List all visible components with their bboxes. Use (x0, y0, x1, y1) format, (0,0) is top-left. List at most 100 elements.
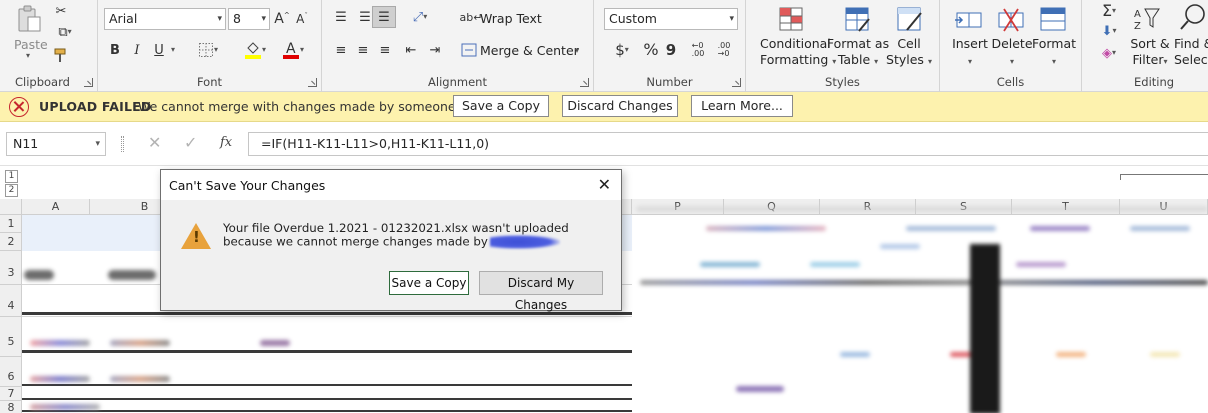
delete-button[interactable]: Delete ▾ (990, 36, 1034, 70)
fill-button[interactable]: ⬇ ▾ (1094, 22, 1124, 40)
borders-icon (198, 43, 213, 57)
decrease-font-size-button[interactable]: Aˇ (294, 10, 310, 28)
format-as-table-button[interactable]: Format as Table ▾ (826, 36, 890, 70)
name-box[interactable]: N11 ▾ (6, 132, 106, 156)
row-header[interactable]: 5 (0, 317, 22, 357)
fill-down-icon: ⬇ (1101, 23, 1113, 39)
column-header[interactable]: A (22, 199, 90, 215)
chevron-down-icon: ▾ (1051, 57, 1056, 66)
format-button[interactable]: Format ▾ (1032, 36, 1076, 70)
sort-filter-button[interactable]: Sort & Filter▾ (1130, 36, 1170, 70)
decrease-decimal-button[interactable]: .00 →0 (714, 40, 734, 60)
cells-group: Insert ▾ Delete ▾ Format ▾ Cells (940, 0, 1082, 92)
cant-save-dialog: Can't Save Your Changes ✕ Your file Over… (160, 169, 622, 312)
chevron-down-icon: ▾ (25, 51, 30, 60)
chevron-down-icon: ▾ (1163, 57, 1168, 66)
merge-center-button[interactable]: Merge & Center (480, 43, 579, 58)
select-all-corner[interactable] (0, 199, 22, 215)
alignment-launcher-icon[interactable] (580, 78, 589, 87)
decrease-indent-button[interactable]: ⇤ (402, 41, 420, 59)
alignment-group: ☰ ☰ ☰ ⤢ ▾ ab↵ Wrap Text ≡ ≡ ≡ ⇤ ⇥ Merge &… (322, 0, 594, 92)
font-shrink-icon: Aˇ (296, 12, 308, 26)
bold-button[interactable]: B (108, 41, 122, 59)
row-header[interactable]: 7 (0, 387, 22, 401)
center-button[interactable]: ≡ (354, 41, 372, 59)
align-left-button[interactable]: ≡ (332, 41, 350, 59)
redacted-username (489, 235, 560, 249)
find-select-label-1: Find & (1174, 36, 1208, 51)
clipboard-group: Paste ▾ ✂ ⧉ ▾ Clipboard (0, 0, 98, 92)
orientation-button[interactable]: ⤢ ▾ (406, 8, 434, 26)
chevron-down-icon: ▾ (170, 45, 175, 54)
autosum-button[interactable]: Σ ▾ (1094, 2, 1124, 20)
outline-bar (1120, 174, 1208, 175)
clear-button[interactable]: ◈ ▾ (1094, 44, 1124, 62)
row-header[interactable]: 6 (0, 357, 22, 387)
font-launcher-icon[interactable] (308, 78, 317, 87)
delete-label: Delete (991, 36, 1033, 51)
magnifier-icon (1180, 4, 1205, 30)
dialog-save-copy-button[interactable]: Save a Copy (389, 271, 469, 295)
wrap-text-button[interactable]: Wrap Text (480, 11, 542, 26)
paste-button[interactable] (14, 4, 44, 34)
align-right-button[interactable]: ≡ (376, 41, 394, 59)
font-grow-icon: A^ (274, 11, 290, 27)
find-select-button[interactable]: Find &Select (1174, 36, 1208, 68)
font-color-button[interactable]: A ▾ (278, 40, 308, 60)
row-header[interactable]: 2 (0, 233, 22, 251)
redacted-content (640, 280, 1208, 285)
increase-font-size-button[interactable]: A^ (274, 10, 290, 28)
increase-indent-button[interactable]: ⇥ (426, 41, 444, 59)
cancel-entry-button[interactable]: ✕ (148, 133, 161, 152)
discard-my-changes-button[interactable]: Discard My Changes (479, 271, 603, 312)
insert-function-button[interactable]: fx (220, 135, 232, 150)
svg-text:A: A (286, 41, 296, 57)
font-size-combo[interactable]: 8 ▾ (228, 8, 270, 30)
redacted-content (810, 262, 860, 267)
currency-button[interactable]: $ ▾ (608, 40, 636, 60)
number-launcher-icon[interactable] (732, 78, 741, 87)
notification-bar: UPLOAD FAILED We cannot merge with chang… (0, 92, 1208, 122)
increase-decimal-button[interactable]: ←0.00 (688, 40, 708, 60)
learn-more-button[interactable]: Learn More... (691, 95, 793, 117)
redacted-content (1130, 226, 1190, 231)
clipboard-launcher-icon[interactable] (84, 78, 93, 87)
number-format-combo[interactable]: Custom ▾ (604, 8, 738, 30)
percent-button[interactable]: % (642, 40, 660, 60)
copy-icon: ⧉ (58, 24, 68, 40)
redacted-content (700, 262, 760, 267)
confirm-entry-button[interactable]: ✓ (184, 133, 197, 152)
row-header[interactable]: 8 (0, 401, 22, 413)
copy-button[interactable]: ⧉ ▾ (52, 24, 78, 40)
formula-input[interactable]: =IF(H11-K11-L11>0,H11-K11-L11,0) (248, 132, 1208, 156)
chevron-down-icon: ▾ (95, 139, 100, 149)
top-align-button[interactable]: ☰ (332, 8, 350, 26)
insert-button[interactable]: Insert ▾ (948, 36, 992, 70)
format-label: Format (1032, 36, 1077, 51)
bottom-align-button[interactable]: ☰ (372, 6, 396, 28)
discard-changes-button[interactable]: Discard Changes (562, 95, 678, 117)
row-header[interactable]: 1 (0, 215, 22, 233)
save-copy-button[interactable]: Save a Copy (453, 95, 549, 117)
redacted-content (30, 404, 100, 410)
row-header[interactable]: 3 (0, 251, 22, 285)
align-bottom-icon: ☰ (378, 9, 390, 25)
close-button[interactable]: ✕ (598, 175, 611, 194)
underline-button[interactable]: U (152, 41, 166, 59)
cut-button[interactable]: ✂ (52, 3, 70, 19)
chevron-down-icon: ▾ (927, 57, 932, 66)
outline-level-2-button[interactable]: 2 (5, 184, 18, 197)
font-name-combo[interactable]: Arial ▾ (104, 8, 226, 30)
formula-bar-grip[interactable] (121, 136, 124, 152)
conditional-formatting-button[interactable]: Conditional Formatting ▾ (760, 36, 836, 70)
borders-button[interactable]: ▾ (194, 41, 222, 59)
outline-level-1-button[interactable]: 1 (5, 170, 18, 183)
number-group-label: Number (646, 75, 693, 89)
row-header[interactable]: 4 (0, 285, 22, 317)
comma-button[interactable]: 9 (664, 40, 678, 60)
cell-styles-button[interactable]: Cell Styles ▾ (882, 36, 936, 70)
redacted-content (880, 244, 920, 249)
fill-color-button[interactable]: ▾ (240, 40, 270, 60)
format-painter-button[interactable] (52, 47, 70, 63)
italic-button[interactable]: I (130, 41, 144, 59)
